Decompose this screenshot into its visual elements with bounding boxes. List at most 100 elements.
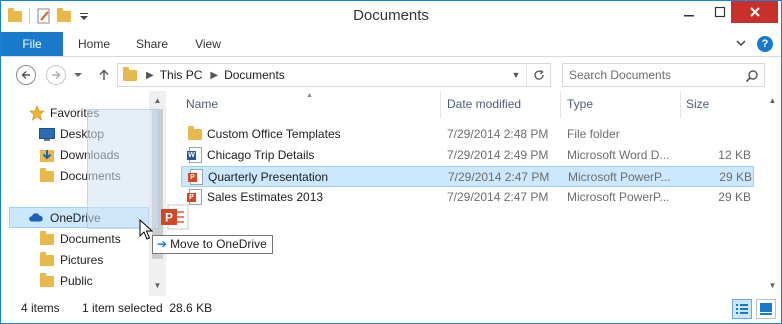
- nav-label: Documents: [60, 231, 121, 246]
- scroll-up-icon[interactable]: ▲: [764, 93, 781, 109]
- folder-icon: [39, 251, 55, 268]
- file-size: 12 KB: [718, 148, 751, 162]
- move-arrow-icon: ➔: [157, 237, 168, 251]
- back-arrow-icon: [16, 65, 36, 85]
- file-date: 7/29/2014 2:47 PM: [447, 190, 549, 204]
- up-button[interactable]: [93, 64, 115, 86]
- close-button[interactable]: [731, 1, 778, 23]
- tab-view[interactable]: View: [183, 32, 233, 56]
- large-icons-view-button[interactable]: [756, 299, 776, 319]
- breadcrumb-chevron-icon[interactable]: ▶: [146, 70, 154, 81]
- file-name: Sales Estimates 2013: [207, 190, 324, 204]
- nav-public[interactable]: Public: [1, 270, 149, 291]
- up-arrow-icon: [99, 69, 109, 80]
- file-date: 7/29/2014 2:48 PM: [447, 127, 549, 141]
- explorer-window: Documents File Home Share View ? ▶ This …: [0, 0, 782, 324]
- item-count: 4 items: [21, 301, 60, 315]
- expand-ribbon-icon[interactable]: [736, 36, 749, 50]
- breadcrumb-this-pc[interactable]: This PC: [160, 68, 203, 82]
- drag-tooltip-text: Move to OneDrive: [170, 237, 267, 251]
- address-dropdown-icon[interactable]: ▼: [508, 64, 524, 86]
- maximize-button[interactable]: [709, 1, 731, 23]
- close-icon: [749, 7, 760, 17]
- list-scrollbar[interactable]: ▲ ▼: [764, 91, 781, 296]
- minimize-icon: [684, 15, 694, 17]
- scroll-up-icon[interactable]: ▲: [149, 93, 166, 109]
- breadcrumb-documents[interactable]: Documents: [224, 68, 285, 82]
- column-divider[interactable]: [560, 91, 561, 118]
- table-row[interactable]: W Chicago Trip Details 7/29/2014 2:49 PM…: [181, 145, 754, 166]
- column-headers: ▲ Name Date modified Type Size: [167, 91, 767, 118]
- forward-button[interactable]: [45, 64, 67, 86]
- search-icon[interactable]: [745, 69, 759, 83]
- scroll-down-icon[interactable]: ▼: [764, 278, 781, 294]
- svg-text:P: P: [165, 211, 173, 225]
- help-icon[interactable]: ?: [757, 36, 773, 52]
- address-row: ▶ This PC ▶ Documents ▼ Search Documents: [1, 58, 781, 90]
- file-size: 29 KB: [719, 170, 752, 184]
- tab-share[interactable]: Share: [127, 32, 177, 56]
- nav-pictures[interactable]: Pictures: [1, 249, 149, 270]
- sort-ascending-icon: ▲: [306, 92, 313, 99]
- folder-icon: [39, 272, 55, 289]
- column-size[interactable]: Size: [686, 97, 709, 111]
- drag-ghost: [87, 109, 159, 229]
- dragged-powerpoint-icon: P: [161, 204, 189, 230]
- onedrive-cloud-icon: [29, 212, 43, 222]
- nav-onedrive-documents[interactable]: Documents: [1, 228, 149, 249]
- refresh-icon: [533, 69, 544, 80]
- ribbon-controls: ?: [736, 36, 773, 52]
- recent-locations-button[interactable]: [71, 64, 85, 86]
- word-doc-icon: W: [187, 147, 203, 163]
- back-button[interactable]: [15, 64, 37, 86]
- file-type: Microsoft Word D...: [567, 148, 670, 162]
- file-date: 7/29/2014 2:49 PM: [447, 148, 549, 162]
- breadcrumb-chevron-icon[interactable]: ▶: [210, 70, 218, 81]
- file-size: 29 KB: [718, 190, 751, 204]
- column-type[interactable]: Type: [567, 97, 593, 111]
- file-type: File folder: [567, 127, 620, 141]
- title-bar: Documents: [1, 1, 781, 32]
- downloads-icon: [40, 149, 54, 162]
- file-name: Quarterly Presentation: [208, 170, 329, 184]
- nav-label: Public: [60, 273, 93, 288]
- powerpoint-doc-icon: P: [188, 169, 204, 185]
- file-name: Chicago Trip Details: [207, 148, 315, 162]
- file-type: Microsoft PowerP...: [567, 190, 670, 204]
- status-bar: 4 items 1 item selected 28.6 KB: [1, 296, 781, 323]
- table-row-selected[interactable]: P Quarterly Presentation 7/29/2014 2:47 …: [181, 166, 754, 187]
- folder-icon: [187, 126, 203, 142]
- tab-file[interactable]: File: [1, 32, 63, 56]
- folder-icon: [39, 167, 55, 184]
- folder-icon: [122, 67, 138, 83]
- refresh-button[interactable]: [526, 64, 550, 86]
- mouse-cursor-icon: [139, 219, 153, 240]
- scroll-down-icon[interactable]: ▼: [149, 278, 166, 294]
- maximize-icon: [714, 6, 726, 18]
- column-divider[interactable]: [680, 91, 681, 118]
- file-list: ▲ Name Date modified Type Size Custom Of…: [167, 91, 781, 296]
- star-icon: [29, 104, 45, 121]
- tab-home[interactable]: Home: [69, 32, 119, 56]
- file-date: 7/29/2014 2:47 PM: [448, 170, 550, 184]
- column-date[interactable]: Date modified: [447, 97, 521, 111]
- file-type: Microsoft PowerP...: [568, 170, 671, 184]
- selection-info: 1 item selected 28.6 KB: [82, 301, 213, 315]
- search-input[interactable]: Search Documents: [562, 63, 765, 87]
- ribbon-tabs: File Home Share View ?: [1, 32, 781, 57]
- column-name[interactable]: Name: [186, 97, 218, 111]
- table-row[interactable]: Custom Office Templates 7/29/2014 2:48 P…: [181, 124, 754, 145]
- details-view-button[interactable]: [732, 299, 752, 319]
- column-divider[interactable]: [440, 91, 441, 118]
- file-name: Custom Office Templates: [207, 127, 341, 141]
- desktop-icon: [39, 127, 55, 141]
- folder-icon: [39, 230, 55, 247]
- address-bar[interactable]: ▶ This PC ▶ Documents ▼: [117, 63, 551, 87]
- details-view-icon: [736, 304, 748, 314]
- table-row[interactable]: P Sales Estimates 2013 7/29/2014 2:47 PM…: [181, 187, 754, 208]
- large-icons-view-icon: [760, 303, 772, 315]
- drag-tooltip: ➔ Move to OneDrive: [152, 235, 273, 254]
- nav-label: Pictures: [60, 252, 104, 267]
- chevron-down-icon: [74, 73, 82, 77]
- minimize-button[interactable]: [669, 1, 709, 23]
